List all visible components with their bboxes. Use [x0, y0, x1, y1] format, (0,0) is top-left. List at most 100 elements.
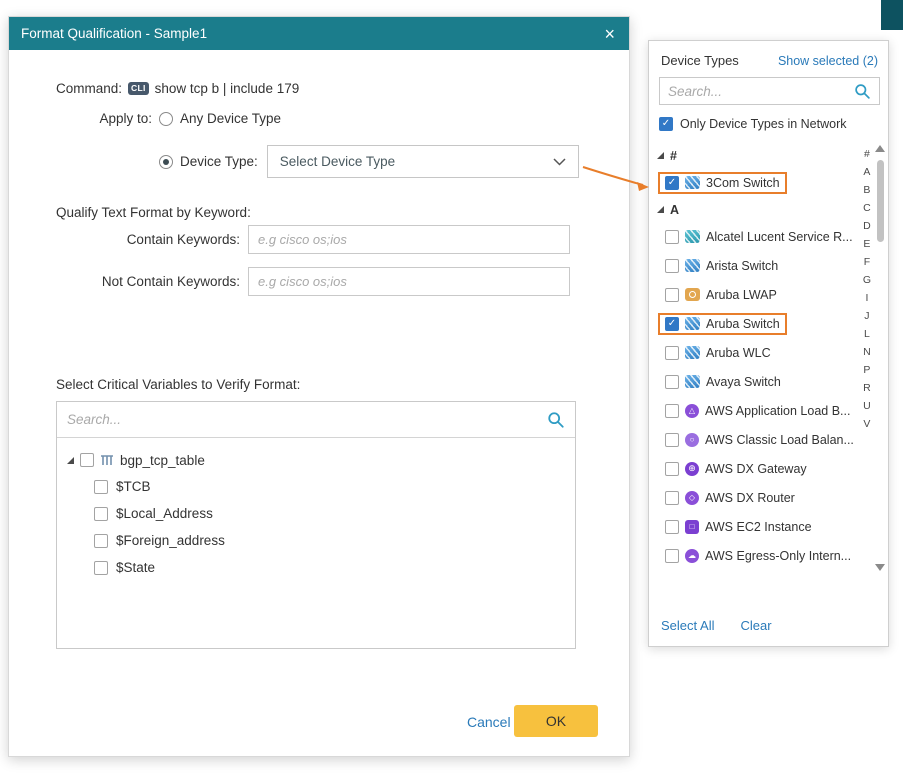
device-type-item[interactable]: AWS DX Gateway [657, 454, 859, 483]
tree-root-row[interactable]: bgp_tcp_table [67, 447, 565, 473]
alphabet-index[interactable]: #ABCDEFGIJLNPRUV [863, 145, 871, 433]
index-letter[interactable]: J [864, 307, 869, 325]
tree-child-row[interactable]: $Local_Address [94, 500, 565, 527]
screen: Format Qualification - Sample1 × Command… [0, 0, 903, 775]
highlighted-item: 3Com Switch [658, 172, 787, 194]
aws-ec2-icon [685, 520, 699, 534]
access-point-icon [685, 288, 700, 301]
item: AWS Egress-Only Intern... [658, 545, 858, 567]
dropdown-value: Select Device Type [280, 154, 395, 169]
scrollbar-thumb[interactable] [877, 160, 884, 242]
device-type-dropdown[interactable]: Select Device Type [267, 145, 579, 178]
device-type-item[interactable]: AWS Classic Load Balan... [657, 425, 859, 454]
device-type-checkbox[interactable] [665, 520, 679, 534]
tree-child-row[interactable]: $State [94, 554, 565, 581]
device-type-label: AWS EC2 Instance [705, 520, 812, 534]
device-type-label: AWS Application Load B... [705, 404, 850, 418]
network-filter-label: Only Device Types in Network [680, 117, 847, 131]
device-type-item[interactable]: AWS Application Load B... [657, 396, 859, 425]
index-letter[interactable]: A [863, 163, 870, 181]
device-type-item[interactable]: AWS Egress-Only Intern... [657, 541, 859, 570]
device-panel-header: Device Types Show selected (2) [661, 53, 878, 68]
variables-tree: bgp_tcp_table $TCB $Local_Address $Forei… [57, 438, 575, 590]
network-filter-row[interactable]: Only Device Types in Network [659, 117, 847, 131]
device-type-item[interactable]: Aruba WLC [657, 338, 859, 367]
variables-search-input[interactable] [67, 412, 539, 427]
tree-child-row[interactable]: $Foreign_address [94, 527, 565, 554]
contain-keywords-input[interactable] [248, 225, 570, 254]
device-search-input[interactable] [668, 84, 848, 99]
scrollbar-up-icon[interactable] [875, 145, 885, 152]
device-type-checkbox[interactable] [665, 433, 679, 447]
variable-label: $Local_Address [116, 506, 213, 521]
cancel-button[interactable]: Cancel [467, 714, 511, 730]
tree-child-row[interactable]: $TCB [94, 473, 565, 500]
collapse-triangle-icon[interactable] [657, 152, 664, 159]
index-letter[interactable]: # [864, 145, 870, 163]
search-icon[interactable] [547, 411, 565, 429]
device-type-item[interactable]: Aruba Switch [657, 309, 859, 338]
variable-checkbox[interactable] [94, 507, 108, 521]
device-type-checkbox[interactable] [665, 259, 679, 273]
device-type-checkbox[interactable] [665, 462, 679, 476]
device-type-checkbox[interactable] [665, 491, 679, 505]
device-type-label: Avaya Switch [706, 375, 781, 389]
aws-egress-icon [685, 549, 699, 563]
variable-checkbox[interactable] [94, 534, 108, 548]
device-type-checkbox[interactable] [665, 346, 679, 360]
index-letter[interactable]: V [863, 415, 870, 433]
device-type-checkbox[interactable] [665, 176, 679, 190]
search-icon[interactable] [854, 83, 871, 100]
index-letter[interactable]: E [863, 235, 870, 253]
not-contain-keywords-input[interactable] [248, 267, 570, 296]
radio-device-type[interactable] [159, 155, 173, 169]
not-contain-keywords-label: Not Contain Keywords: [56, 274, 248, 289]
device-type-label: Alcatel Lucent Service R... [706, 230, 853, 244]
index-letter[interactable]: F [864, 253, 870, 271]
device-type-item[interactable]: Aruba LWAP [657, 280, 859, 309]
ok-button[interactable]: OK [514, 705, 598, 737]
device-type-checkbox[interactable] [665, 288, 679, 302]
show-selected-link[interactable]: Show selected (2) [778, 54, 878, 68]
variable-checkbox[interactable] [94, 480, 108, 494]
device-type-checkbox[interactable] [665, 549, 679, 563]
device-type-checkbox[interactable] [665, 317, 679, 331]
variable-checkbox[interactable] [94, 561, 108, 575]
device-type-item[interactable]: Arista Switch [657, 251, 859, 280]
not-contain-keywords-row: Not Contain Keywords: [56, 267, 570, 296]
index-letter[interactable]: D [863, 217, 871, 235]
group-row-A[interactable]: A [657, 197, 859, 222]
device-type-item[interactable]: AWS DX Router [657, 483, 859, 512]
scrollbar-down-icon[interactable] [875, 564, 885, 571]
index-letter[interactable]: U [863, 397, 871, 415]
device-type-item[interactable]: Avaya Switch [657, 367, 859, 396]
device-type-item[interactable]: Alcatel Lucent Service R... [657, 222, 859, 251]
device-type-item[interactable]: AWS EC2 Instance [657, 512, 859, 541]
scrollbar[interactable] [874, 143, 886, 573]
switch-icon [685, 346, 700, 359]
device-type-checkbox[interactable] [665, 375, 679, 389]
index-letter[interactable]: G [863, 271, 871, 289]
clear-link[interactable]: Clear [740, 618, 771, 633]
select-all-link[interactable]: Select All [661, 618, 714, 633]
device-type-item[interactable]: 3Com Switch [657, 168, 859, 197]
switch-icon [685, 176, 700, 189]
collapse-triangle-icon[interactable] [67, 457, 74, 464]
device-type-row: Device Type: Select Device Type [91, 145, 579, 178]
group-row-#[interactable]: # [657, 143, 859, 168]
device-type-checkbox[interactable] [665, 404, 679, 418]
index-letter[interactable]: N [863, 343, 871, 361]
network-filter-checkbox[interactable] [659, 117, 673, 131]
collapse-triangle-icon[interactable] [657, 206, 664, 213]
index-letter[interactable]: C [863, 199, 871, 217]
index-letter[interactable]: L [864, 325, 870, 343]
index-letter[interactable]: B [863, 181, 870, 199]
radio-any-device-type[interactable] [159, 112, 173, 126]
index-letter[interactable]: P [863, 361, 870, 379]
close-icon[interactable]: × [602, 25, 617, 43]
device-type-checkbox[interactable] [665, 230, 679, 244]
tree-root-checkbox[interactable] [80, 453, 94, 467]
device-type-label: AWS Egress-Only Intern... [705, 549, 851, 563]
index-letter[interactable]: I [865, 289, 868, 307]
index-letter[interactable]: R [863, 379, 871, 397]
